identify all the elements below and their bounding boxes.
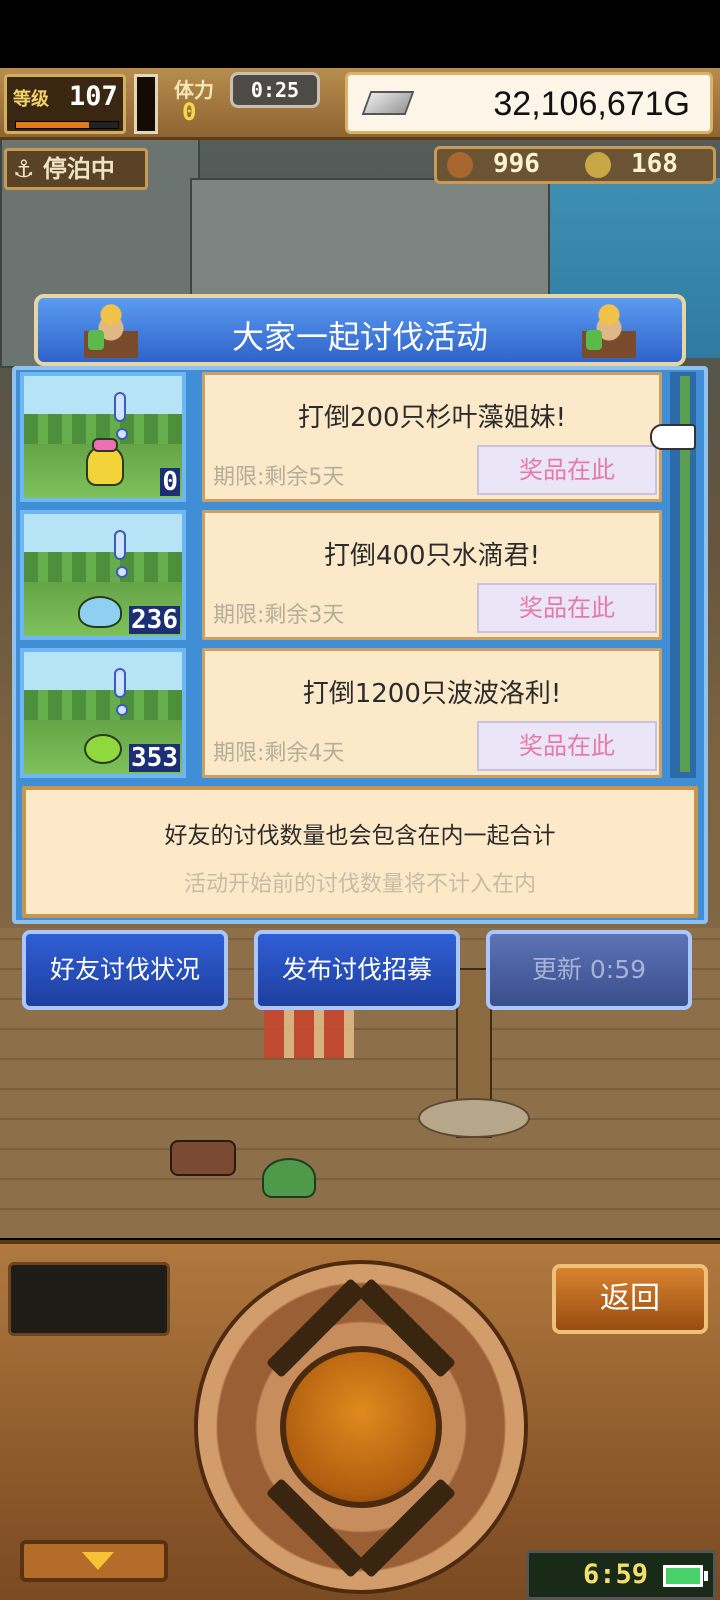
level-label: 等级 <box>13 89 49 110</box>
quest-1-image: 0 <box>20 372 186 502</box>
post-recruit-button[interactable]: 发布讨伐招募 <box>254 930 460 1010</box>
quest-3-title: 打倒1200只波波洛利! <box>302 679 562 709</box>
rope-coil <box>418 1098 530 1138</box>
resource-display: 996 168 <box>434 146 716 184</box>
back-button[interactable]: 返回 <box>552 1264 708 1334</box>
quest-2-kill-count: 236 <box>129 605 180 635</box>
quest-1-kill-count: 0 <box>160 467 180 497</box>
medal-icon <box>585 152 611 178</box>
refresh-button[interactable]: 更新 0:59 <box>486 930 692 1010</box>
quest-2-image: 236 <box>20 510 186 640</box>
xp-bar <box>15 121 119 129</box>
quest-3-card: 打倒1200只波波洛利! 期限:剩余4天 奖品在此 <box>202 648 662 778</box>
silver-bar-icon <box>361 91 415 115</box>
note-main-text: 好友的讨伐数量也会包含在内一起合计 <box>164 823 556 849</box>
meat-icon <box>447 152 473 178</box>
item-crate-sprite <box>170 1140 236 1176</box>
stamina-timer: 0:25 <box>230 72 320 108</box>
resource-1-value: 996 <box>493 149 540 179</box>
quest-2-card: 打倒400只水滴君! 期限:剩余3天 奖品在此 <box>202 510 662 640</box>
event-panel-header: 大家一起讨伐活动 <box>34 294 686 366</box>
exclamation-icon <box>114 668 128 716</box>
quest-2-deadline: 期限:剩余3天 <box>213 603 345 628</box>
poporoli-monster-icon <box>84 734 122 764</box>
quest-2-reward-button[interactable]: 奖品在此 <box>477 583 657 633</box>
quest-1-card: 打倒200只杉叶藻姐妹! 期限:剩余5天 奖品在此 <box>202 372 662 502</box>
quest-2-title: 打倒400只水滴君! <box>323 541 541 571</box>
water-drop-monster-icon <box>78 596 122 628</box>
bow-icon <box>92 438 118 452</box>
gold-value: 32,106,671G <box>493 85 690 123</box>
port-status-badge: ⚓ 停泊中 <box>4 148 148 190</box>
level-value: 107 <box>69 81 118 112</box>
gold-display: 32,106,671G <box>345 72 713 134</box>
note-sub-text: 活动开始前的讨伐数量将不计入在内 <box>183 872 536 897</box>
resource-2-value: 168 <box>631 149 678 179</box>
stamina-gauge <box>134 74 158 134</box>
seaweed-sister-monster-icon <box>86 446 124 486</box>
clock-display: 6:59 <box>526 1550 716 1600</box>
level-display: 等级 107 <box>4 74 126 134</box>
quest-3-reward-button[interactable]: 奖品在此 <box>477 721 657 771</box>
top-hud: 等级 107 体力 0 0:25 32,106,671G <box>0 68 720 140</box>
control-panel: 返回 6:59 <box>0 1240 720 1600</box>
stamina-value: 0 <box>182 98 197 126</box>
empty-slot <box>8 1262 170 1336</box>
battery-icon <box>663 1565 708 1587</box>
quest-1-deadline: 期限:剩余5天 <box>213 465 345 490</box>
quest-3-kill-count: 353 <box>129 743 180 773</box>
quest-3-deadline: 期限:剩余4天 <box>213 741 345 766</box>
down-arrow-icon <box>82 1552 114 1570</box>
expand-down-button[interactable] <box>20 1540 168 1582</box>
event-note: 好友的讨伐数量也会包含在内一起合计 活动开始前的讨伐数量将不计入在内 <box>22 786 698 918</box>
action-center-button[interactable] <box>280 1346 442 1508</box>
captain-avatar-right <box>582 298 636 358</box>
exclamation-icon <box>114 530 128 578</box>
quest-1-title: 打倒200只杉叶藻姐妹! <box>297 403 567 433</box>
anchor-icon: ⚓ <box>13 155 35 183</box>
port-status-text: 停泊中 <box>42 155 115 183</box>
pointer-hand-icon <box>650 424 696 450</box>
friend-status-button[interactable]: 好友讨伐状况 <box>22 930 228 1010</box>
quest-1-reward-button[interactable]: 奖品在此 <box>477 445 657 495</box>
quest-3-image: 353 <box>20 648 186 778</box>
stone-wall <box>190 178 550 298</box>
exclamation-icon <box>114 392 128 440</box>
plant-sprite <box>262 1158 316 1198</box>
clock-value: 6:59 <box>583 1559 649 1590</box>
